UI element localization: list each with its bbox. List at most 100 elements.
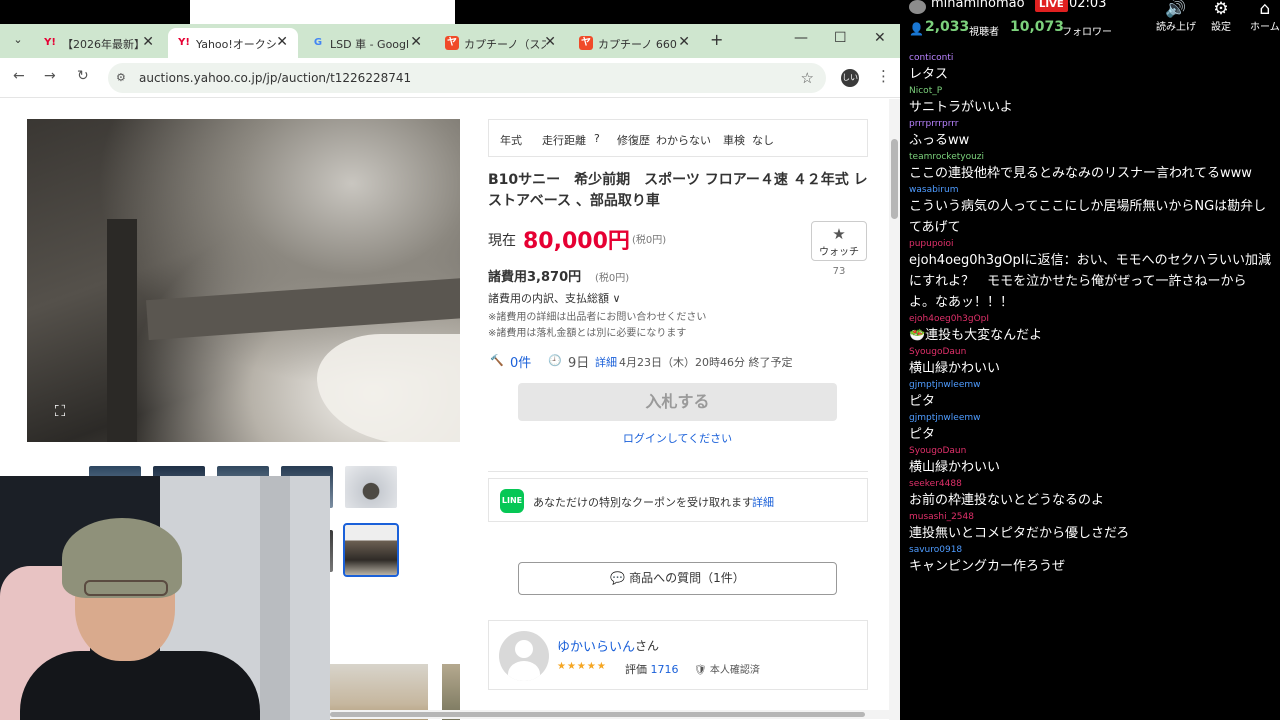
- rating-stars: ★★★★★: [557, 661, 607, 672]
- comment-user[interactable]: Nicot_P: [909, 85, 1280, 97]
- watch-button[interactable]: ★ ウォッチ: [811, 221, 867, 261]
- horizontal-scroll-thumb[interactable]: [330, 712, 865, 717]
- browser-tab[interactable]: Y! 【2026年最新】Y ✕: [34, 28, 164, 58]
- tab-close-icon[interactable]: ✕: [276, 34, 288, 50]
- tab-close-icon[interactable]: ✕: [142, 34, 154, 50]
- comment-user[interactable]: SyougoDaun: [909, 346, 1280, 358]
- comment-user[interactable]: conticonti: [909, 52, 1280, 64]
- comment-user[interactable]: ejoh4oeg0h3gOpI: [909, 313, 1280, 325]
- question-button[interactable]: 💬 商品への質問（1件）: [518, 562, 837, 595]
- tab-title: カプチーノ 660 5M: [598, 38, 680, 51]
- tab-title: 【2026年最新】Y: [62, 38, 144, 51]
- bookmark-star-icon[interactable]: ☆: [801, 69, 814, 87]
- spec-inspection-label: 車検: [723, 134, 745, 147]
- settings-label: 設定: [1211, 22, 1231, 33]
- spec-history-value: わからない: [656, 134, 711, 147]
- reload-icon[interactable]: ↻: [77, 68, 89, 84]
- minimize-icon[interactable]: —: [794, 30, 808, 46]
- comment-user[interactable]: seeker4488: [909, 478, 1280, 490]
- bid-button[interactable]: 入札する: [518, 383, 837, 421]
- close-window-icon[interactable]: ✕: [874, 30, 886, 46]
- verified-shield-icon: 🛡: [694, 665, 710, 676]
- seller-avatar[interactable]: [499, 631, 549, 681]
- channel-name[interactable]: minaminomao: [931, 0, 1025, 11]
- back-arrow-icon[interactable]: ←: [13, 68, 25, 84]
- browser-toolbar: ← → ↻ ⚙ auctions.yahoo.co.jp/jp/auction/…: [0, 58, 900, 98]
- question-label: 商品への質問（1件）: [629, 571, 745, 585]
- comment-user[interactable]: prrrprrrprrr: [909, 118, 1280, 130]
- tab-close-icon[interactable]: ✕: [544, 34, 556, 50]
- horizontal-scrollbar[interactable]: [330, 710, 890, 719]
- url-text[interactable]: auctions.yahoo.co.jp/jp/auction/t1226228…: [139, 71, 411, 85]
- comment-user[interactable]: gjmptjnwleemw: [909, 412, 1280, 424]
- browser-menu-icon[interactable]: ⋮: [876, 67, 891, 85]
- viewer-label: 視聴者: [969, 27, 999, 38]
- address-bar[interactable]: ⚙ auctions.yahoo.co.jp/jp/auction/t12262…: [108, 63, 826, 93]
- tab-favicon-icon: ヤ: [579, 36, 593, 50]
- webcam-glasses: [84, 580, 168, 596]
- read-aloud-button[interactable]: 🔊 読み上げ: [1156, 0, 1196, 33]
- browser-tab[interactable]: Y! Yahoo!オークショ✕: [168, 28, 298, 58]
- thumbnail-selected[interactable]: [343, 523, 399, 577]
- current-price: 80,000円: [523, 229, 630, 254]
- chat-comment: prrrprrrprrr ふっるww: [900, 118, 1280, 151]
- watch-star-icon: ★: [832, 225, 846, 243]
- comment-text: こういう病気の人ってここにしか居場所無いからNGは勘弁してあげて: [909, 199, 1267, 235]
- top-white-block: [190, 0, 455, 24]
- chat-comment: seeker4488 お前の枠連投ないとどうなるのよ: [900, 478, 1280, 511]
- comment-text: キャンピングカー作ろうぜ: [909, 559, 1066, 574]
- spec-mileage-value: ?: [594, 132, 600, 145]
- browser-tab[interactable]: ヤカプチーノ 660 5M✕: [570, 28, 700, 58]
- comment-user[interactable]: pupupoioi: [909, 238, 1280, 250]
- forward-arrow-icon[interactable]: →: [44, 68, 56, 84]
- settings-button[interactable]: ⚙ 設定: [1211, 0, 1231, 33]
- comment-user[interactable]: SyougoDaun: [909, 445, 1280, 457]
- thumbnail[interactable]: [345, 466, 397, 508]
- seller-suffix: さん: [635, 639, 660, 653]
- comment-user[interactable]: gjmptjnwleemw: [909, 379, 1280, 391]
- login-link[interactable]: ログインしてください: [518, 430, 837, 446]
- comment-user[interactable]: musashi_2548: [909, 511, 1280, 523]
- browser-tab[interactable]: G LSD 車 - Googl ✕: [302, 28, 432, 58]
- fee: 諸費用3,870円: [488, 270, 582, 285]
- vertical-scroll-thumb[interactable]: [891, 139, 898, 219]
- rating-value[interactable]: 1716: [651, 663, 679, 676]
- comment-user[interactable]: savuro0918: [909, 544, 1280, 556]
- seller-name[interactable]: ゆかいらいん: [557, 636, 635, 655]
- comment-text: お前の枠連投ないとどうなるのよ: [909, 493, 1105, 508]
- comment-user[interactable]: wasabirum: [909, 184, 1280, 196]
- spec-bar: 年式 走行距離 ? 修復歴 わからない 車検 なし: [488, 119, 868, 157]
- new-tab-plus-icon[interactable]: +: [710, 30, 723, 49]
- home-button[interactable]: ⌂ ホーム: [1250, 0, 1280, 33]
- coupon-banner[interactable]: LINE あなただけの特別なクーポンを受け取れます 詳細: [488, 478, 868, 522]
- tab-title: カプチーノ（スズキ: [464, 38, 546, 51]
- comment-text: 🥗連投も大変なんだよ: [909, 328, 1043, 343]
- gear-icon: ⚙: [1213, 0, 1229, 19]
- comment-text: 横山緑かわいい: [909, 361, 1001, 376]
- live-badge: LIVE: [1035, 0, 1068, 12]
- tab-bar: ⌄ Y!【2026年最新】Y✕Y!Yahoo!オークショ✕GLSD 車 - Go…: [0, 24, 900, 58]
- tab-favicon-icon: Y!: [44, 37, 56, 48]
- comment-text: レタス: [909, 67, 949, 82]
- comment-user[interactable]: teamrocketyouzi: [909, 151, 1280, 163]
- tab-favicon-icon: ヤ: [445, 36, 459, 50]
- site-info-icon[interactable]: ⚙: [116, 71, 126, 84]
- main-product-photo[interactable]: [27, 119, 460, 442]
- maximize-icon[interactable]: ☐: [834, 30, 847, 46]
- tab-search-chevron-icon[interactable]: ⌄: [8, 33, 28, 49]
- tab-close-icon[interactable]: ✕: [678, 34, 690, 50]
- comment-text: ejoh4oeg0h3gOpIに返信：おい、モモへのセクハラいい加減にすれよ？ …: [909, 253, 1271, 310]
- detail-link[interactable]: 詳細: [595, 354, 617, 370]
- coupon-detail-link[interactable]: 詳細: [752, 494, 774, 510]
- vertical-scrollbar[interactable]: [889, 99, 900, 720]
- fee-detail-toggle[interactable]: 諸費用の内訳、支払総額 ∨: [488, 290, 621, 306]
- tab-close-icon[interactable]: ✕: [410, 34, 422, 50]
- comment-text: 横山緑かわいい: [909, 460, 1001, 475]
- bid-count[interactable]: 0件: [510, 352, 531, 371]
- chat-comment: SyougoDaun 横山緑かわいい: [900, 445, 1280, 478]
- zoom-icon[interactable]: ⛶: [50, 401, 70, 421]
- profile-avatar[interactable]: しい: [841, 69, 859, 87]
- channel-avatar[interactable]: [909, 0, 926, 14]
- browser-tab[interactable]: ヤカプチーノ（スズキ✕: [436, 28, 566, 58]
- coupon-text: あなただけの特別なクーポンを受け取れます: [533, 496, 753, 509]
